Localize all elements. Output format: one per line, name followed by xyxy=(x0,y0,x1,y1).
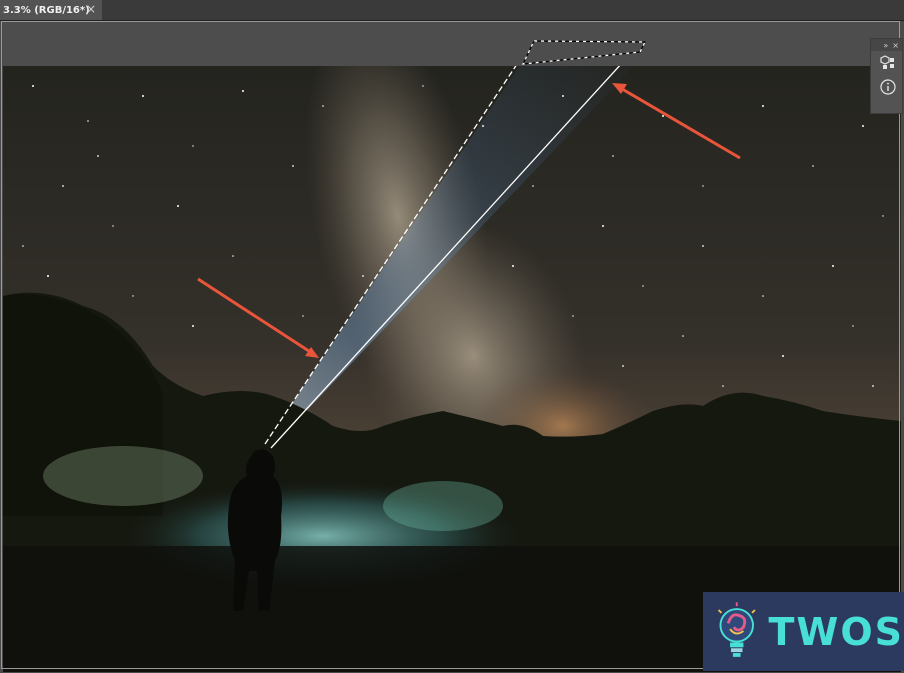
info-icon xyxy=(879,79,896,95)
document-tab[interactable]: 3.3% (RGB/16*) × xyxy=(0,0,102,20)
info-button[interactable] xyxy=(871,75,904,99)
document-tab-title: 3.3% (RGB/16*) xyxy=(3,4,90,16)
close-panel-icon[interactable]: × xyxy=(892,41,899,50)
document-tab-bar: 3.3% (RGB/16*) × xyxy=(0,0,904,21)
pasteboard xyxy=(3,21,901,66)
panel-header: » × xyxy=(871,39,902,51)
collapsed-panel-dock: » × xyxy=(870,38,903,114)
lightbulb-brain-icon xyxy=(717,601,756,657)
libraries-icon xyxy=(879,55,894,69)
collapse-panel-icon[interactable]: » xyxy=(883,41,888,50)
close-tab-icon[interactable]: × xyxy=(86,2,96,16)
night-sky-photo xyxy=(3,66,901,672)
libraries-button[interactable] xyxy=(871,51,904,75)
logo-text: TWOS xyxy=(768,609,904,654)
twos-logo: TWOS xyxy=(703,592,904,671)
